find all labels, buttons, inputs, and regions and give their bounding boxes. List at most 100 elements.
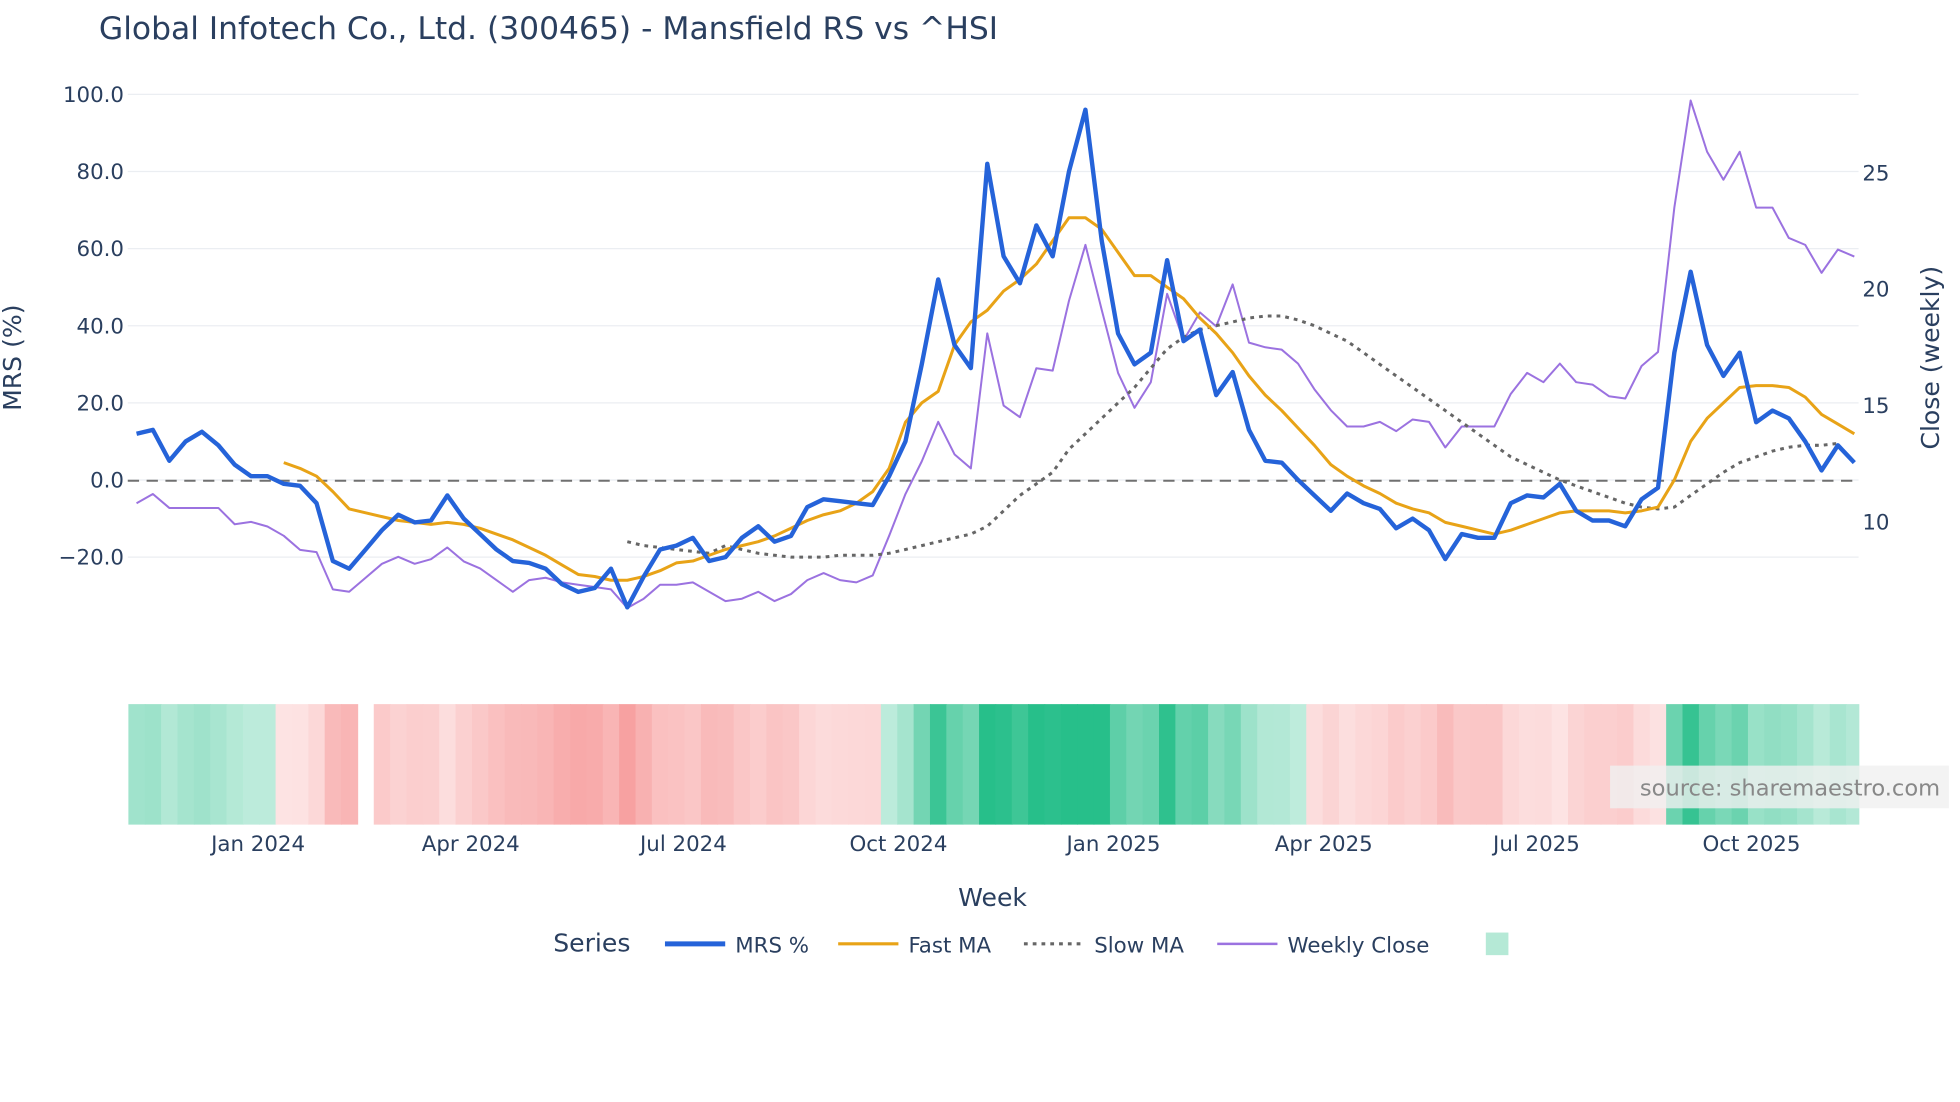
y-tick-label: 20.0 xyxy=(77,391,125,416)
heatmap-cell xyxy=(684,704,702,825)
heatmap-cell xyxy=(602,704,620,825)
chart-title: Global Infotech Co., Ltd. (300465) - Man… xyxy=(99,11,998,47)
heatmap-cell xyxy=(651,704,669,825)
heatmap-cell xyxy=(1355,704,1373,825)
y-tick-label: 0.0 xyxy=(90,469,124,494)
heatmap-cell xyxy=(733,704,751,825)
series-line-mrs[interactable] xyxy=(136,107,1856,610)
heatmap-cell xyxy=(799,704,817,825)
heatmap-cell xyxy=(259,704,277,825)
y-tick-label: 60.0 xyxy=(77,237,125,262)
heatmap-cell xyxy=(1567,704,1586,825)
heatmap-cell xyxy=(1257,704,1275,825)
heatmap-cell xyxy=(422,704,440,825)
heatmap-cell xyxy=(962,704,980,825)
heatmap-cell xyxy=(1338,704,1357,825)
heatmap-cell xyxy=(1142,704,1160,825)
heatmap-cell xyxy=(1486,704,1504,825)
series-lines xyxy=(136,99,1856,610)
heatmap-cell xyxy=(242,704,261,825)
heatmap-cell xyxy=(1093,704,1111,825)
heatmap-cell xyxy=(193,704,211,825)
heatmap-cell xyxy=(520,704,539,825)
series-line-weekly-close[interactable] xyxy=(136,99,1855,609)
heatmap-cell xyxy=(308,704,326,825)
legend-item-slow-ma[interactable]: Slow MA xyxy=(1094,934,1184,959)
heatmap-cell xyxy=(291,704,310,825)
heatmap-cell xyxy=(1437,704,1455,825)
x-tick-label: Jan 2024 xyxy=(209,832,305,857)
x-tick-label: Jul 2024 xyxy=(638,832,727,857)
mrs-chart: Global Infotech Co., Ltd. (300465) - Man… xyxy=(0,11,1949,959)
heatmap-cell xyxy=(831,704,849,825)
heatmap-cell xyxy=(275,704,293,825)
heatmap-cell xyxy=(1404,704,1422,825)
legend-item-fast-ma[interactable]: Fast MA xyxy=(908,934,991,959)
heatmap-cell xyxy=(1109,704,1128,825)
heatmap-cell xyxy=(324,704,342,825)
x-axis-title: Week xyxy=(958,883,1027,912)
heatmap-cell xyxy=(1077,704,1095,825)
legend-item-weekly-close[interactable]: Weekly Close xyxy=(1288,934,1430,959)
heatmap-cell xyxy=(848,704,866,825)
heatmap-cell xyxy=(880,704,899,825)
x-tick-label: Oct 2025 xyxy=(1702,832,1800,857)
heatmap-cell xyxy=(1126,704,1144,825)
heatmap-cell xyxy=(1551,704,1569,825)
heatmap-cell xyxy=(488,704,506,825)
heatmap-cell xyxy=(897,704,915,825)
grid xyxy=(127,93,1859,558)
heatmap-cell xyxy=(471,704,490,825)
heatmap-cell xyxy=(226,704,244,825)
heatmap-cell xyxy=(1175,704,1193,825)
heatmap-cell xyxy=(1420,704,1438,825)
heatmap-cell xyxy=(1306,704,1324,825)
heatmap-cell xyxy=(1518,704,1537,825)
y2-axis-ticks: 25 20 15 10 xyxy=(1862,161,1889,535)
heatmap-strip xyxy=(128,704,1860,825)
heatmap-cell xyxy=(1060,704,1078,825)
x-tick-label: Jul 2025 xyxy=(1491,832,1580,857)
heatmap-cell xyxy=(177,704,195,825)
heatmap-cell xyxy=(1224,704,1242,825)
heatmap-cell xyxy=(553,704,571,825)
heatmap-cell xyxy=(750,704,768,825)
heatmap-cell xyxy=(619,704,637,825)
heatmap-cell xyxy=(766,704,784,825)
y2-tick-label: 20 xyxy=(1862,278,1889,303)
heatmap-cell xyxy=(717,704,735,825)
y-axis-title: MRS (%) xyxy=(0,304,27,410)
heatmap-cell xyxy=(1028,704,1046,825)
legend: Series MRS % Fast MA Slow MA Weekly Clos… xyxy=(553,928,1509,959)
heatmap-cell xyxy=(1240,704,1258,825)
heatmap-cell xyxy=(161,704,179,825)
x-tick-label: Jan 2025 xyxy=(1064,832,1160,857)
heatmap-cell xyxy=(1535,704,1553,825)
heatmap-cell xyxy=(341,704,359,825)
heatmap-cell xyxy=(1273,704,1291,825)
heatmap-cell xyxy=(700,704,719,825)
x-axis-ticks: Jan 2024 Apr 2024 Jul 2024 Oct 2024 Jan 2025… xyxy=(209,832,1800,857)
legend-title: Series xyxy=(553,928,630,957)
legend-swatch-heatmap[interactable] xyxy=(1485,932,1509,956)
heatmap-cell xyxy=(1322,704,1340,825)
heatmap-cell xyxy=(1011,704,1029,825)
heatmap-cell xyxy=(668,704,686,825)
x-tick-label: Apr 2025 xyxy=(1275,832,1373,857)
heatmap-cell xyxy=(439,704,457,825)
heatmap-cell xyxy=(144,704,162,825)
heatmap-cell xyxy=(635,704,653,825)
y2-tick-label: 10 xyxy=(1862,510,1889,535)
heatmap-cell xyxy=(1453,704,1471,825)
x-tick-label: Apr 2024 xyxy=(422,832,520,857)
y-tick-label: 80.0 xyxy=(77,160,125,185)
heatmap-cell xyxy=(1289,704,1307,825)
heatmap-cell xyxy=(1208,704,1226,825)
heatmap-cell xyxy=(1191,704,1209,825)
heatmap-cell xyxy=(946,704,964,825)
heatmap-cell xyxy=(913,704,931,825)
legend-item-mrs[interactable]: MRS % xyxy=(735,934,809,959)
heatmap-cell xyxy=(815,704,833,825)
heatmap-cell xyxy=(1584,704,1602,825)
source-label: source: sharemaestro.com xyxy=(1640,776,1940,802)
